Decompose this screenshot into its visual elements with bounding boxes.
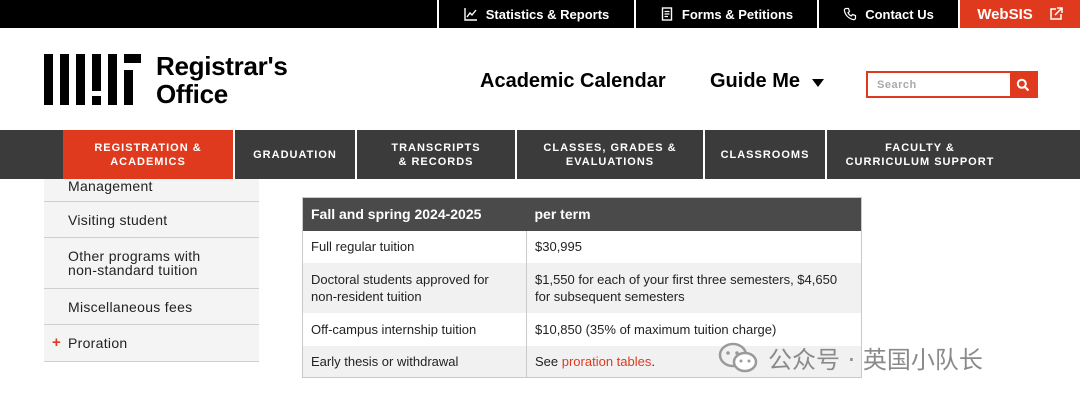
tab-transcripts-records[interactable]: TRANSCRIPTS & RECORDS bbox=[357, 130, 517, 179]
main-navigation: REGISTRATION & ACADEMICS GRADUATION TRAN… bbox=[0, 130, 1080, 179]
tab-graduation[interactable]: GRADUATION bbox=[235, 130, 357, 179]
expand-plus-icon[interactable]: + bbox=[52, 335, 61, 350]
tab-faculty-curriculum-support[interactable]: FACULTY & CURRICULUM SUPPORT bbox=[827, 130, 1013, 179]
tab-label: FACULTY & CURRICULUM SUPPORT bbox=[845, 141, 995, 168]
watermark-text: 公众号 · 英国小队长 bbox=[768, 346, 983, 374]
guide-me-menu[interactable]: Guide Me bbox=[710, 70, 825, 93]
table-header-row: Fall and spring 2024-2025 per term bbox=[302, 197, 862, 231]
amount-prefix: See bbox=[535, 353, 562, 369]
sidebar-item-label: Other programs with non-standard tuition bbox=[68, 248, 201, 278]
sidebar-item-management[interactable]: Management bbox=[44, 179, 259, 202]
tab-label: GRADUATION bbox=[253, 148, 337, 161]
table-row: Full regular tuition $30,995 bbox=[302, 230, 862, 263]
sidebar: Management Visiting student Other progra… bbox=[44, 179, 259, 362]
search-icon bbox=[1016, 78, 1030, 91]
tuition-item: Full regular tuition bbox=[302, 230, 527, 263]
column-header-term: Fall and spring 2024-2025 bbox=[302, 197, 527, 231]
guide-me-label: Guide Me bbox=[710, 70, 801, 92]
wechat-watermark: 公众号 · 英国小队长 bbox=[718, 340, 983, 375]
tuition-amount: $30,995 bbox=[526, 230, 862, 263]
tuition-item: Doctoral students approved for non-resid… bbox=[302, 262, 527, 313]
site-title[interactable]: Registrar's Office bbox=[156, 52, 288, 108]
site-title-line2: Office bbox=[156, 79, 228, 109]
forms-petitions-label: Forms & Petitions bbox=[681, 6, 794, 22]
utility-bar: Statistics & Reports Forms & Petitions C… bbox=[0, 0, 1080, 28]
tab-label: REGISTRATION & ACADEMICS bbox=[94, 141, 202, 168]
statistics-reports-label: Statistics & Reports bbox=[485, 6, 610, 22]
site-title-line1: Registrar's bbox=[156, 51, 288, 81]
forms-petitions-link[interactable]: Forms & Petitions bbox=[634, 0, 817, 28]
phone-icon bbox=[843, 7, 857, 21]
amount-suffix: . bbox=[651, 353, 655, 369]
tab-classes-grades-evaluations[interactable]: CLASSES, GRADES & EVALUATIONS bbox=[517, 130, 705, 179]
sidebar-item-label: Miscellaneous fees bbox=[68, 298, 193, 315]
tuition-item: Early thesis or withdrawal bbox=[302, 345, 527, 378]
tab-registration-academics[interactable]: REGISTRATION & ACADEMICS bbox=[63, 130, 235, 179]
academic-calendar-link[interactable]: Academic Calendar bbox=[480, 70, 666, 93]
sidebar-item-other-programs[interactable]: Other programs with non-standard tuition bbox=[44, 238, 259, 289]
sidebar-item-label: Management bbox=[68, 178, 153, 194]
proration-tables-link[interactable]: proration tables bbox=[562, 354, 652, 369]
tab-classrooms[interactable]: CLASSROOMS bbox=[705, 130, 827, 179]
table-row: Doctoral students approved for non-resid… bbox=[302, 262, 862, 313]
sidebar-item-miscellaneous-fees[interactable]: Miscellaneous fees bbox=[44, 289, 259, 325]
search-input[interactable] bbox=[868, 73, 1010, 96]
search-box bbox=[866, 71, 1038, 98]
contact-us-label: Contact Us bbox=[865, 6, 934, 22]
tab-label: CLASSES, GRADES & EVALUATIONS bbox=[543, 141, 677, 168]
caret-down-icon bbox=[812, 78, 825, 87]
chart-line-icon bbox=[464, 8, 477, 21]
search-button[interactable] bbox=[1010, 73, 1036, 96]
tab-label: TRANSCRIPTS & RECORDS bbox=[391, 141, 481, 168]
wechat-icon bbox=[718, 342, 758, 372]
column-header-per-term: per term bbox=[526, 197, 862, 231]
tab-label: CLASSROOMS bbox=[720, 148, 810, 161]
sidebar-item-visiting-student[interactable]: Visiting student bbox=[44, 202, 259, 238]
statistics-reports-link[interactable]: Statistics & Reports bbox=[437, 0, 634, 28]
websis-button[interactable]: WebSIS bbox=[958, 0, 1080, 28]
sidebar-item-proration[interactable]: + Proration bbox=[44, 325, 259, 362]
tuition-amount: $1,550 for each of your first three seme… bbox=[526, 262, 862, 313]
websis-label: WebSIS bbox=[977, 5, 1033, 23]
tuition-item: Off-campus internship tuition bbox=[302, 312, 527, 346]
sidebar-item-label: Visiting student bbox=[68, 211, 168, 228]
sidebar-item-label: Proration bbox=[68, 335, 128, 351]
document-icon bbox=[661, 7, 673, 21]
contact-us-link[interactable]: Contact Us bbox=[817, 0, 958, 28]
external-link-icon bbox=[1050, 7, 1063, 20]
